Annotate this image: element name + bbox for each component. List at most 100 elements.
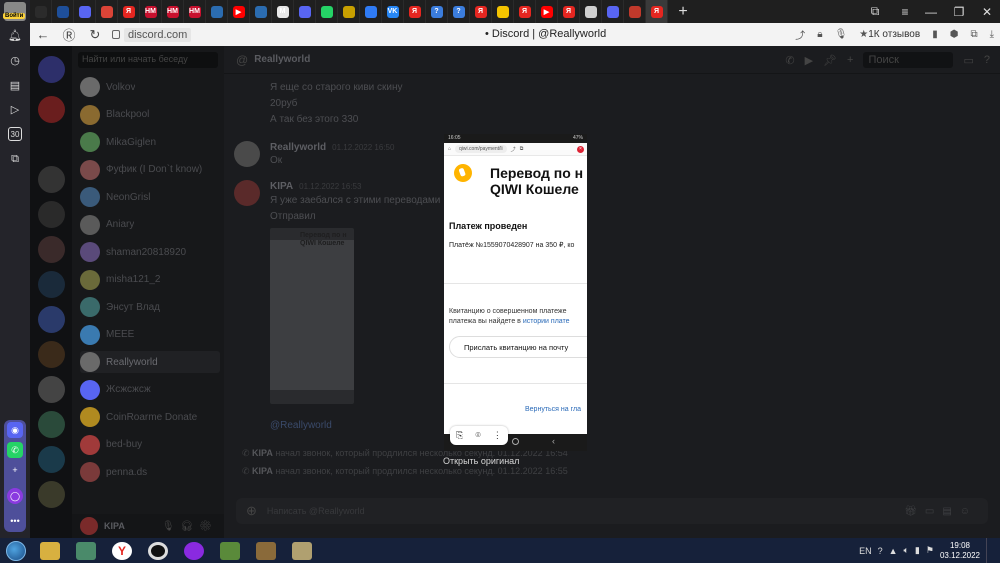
- show-desktop-button[interactable]: [986, 538, 994, 563]
- extension-icon[interactable]: ⬢: [950, 29, 959, 40]
- download-icon[interactable]: ⤓: [990, 29, 994, 40]
- browser-tab[interactable]: [602, 0, 624, 23]
- browser-tab[interactable]: [360, 0, 382, 23]
- dm-item[interactable]: Фуфик (I Don`t know): [80, 159, 220, 181]
- browser-tab[interactable]: [74, 0, 96, 23]
- browser-tab[interactable]: ?: [426, 0, 448, 23]
- avatar[interactable]: [234, 141, 260, 167]
- attach-icon[interactable]: ⊕: [246, 503, 257, 519]
- yandex-home-icon[interactable]: Ⓡ: [56, 23, 82, 46]
- browser-tab[interactable]: VK: [382, 0, 404, 23]
- dm-item[interactable]: bed-buy: [80, 434, 220, 456]
- browser-tab[interactable]: [624, 0, 646, 23]
- home-guild[interactable]: [38, 56, 65, 83]
- inbox-icon[interactable]: ▭: [963, 54, 973, 67]
- restore-button[interactable]: ❐: [944, 0, 974, 23]
- play-icon[interactable]: ▷: [8, 102, 22, 116]
- more-icon[interactable]: •••: [7, 513, 23, 529]
- bell-icon[interactable]: 🔔︎: [8, 28, 22, 42]
- dm-item[interactable]: Энсут Влад: [80, 296, 220, 318]
- browser-tab[interactable]: [206, 0, 228, 23]
- bookmark-icon[interactable]: ▮: [932, 29, 938, 40]
- author-name[interactable]: Reallyworld: [270, 142, 326, 153]
- dm-item[interactable]: MikaGiglen: [80, 131, 220, 153]
- browser-tab[interactable]: Я: [118, 0, 140, 23]
- mention-link[interactable]: @Reallyworld: [270, 420, 332, 431]
- guild-1[interactable]: [38, 96, 65, 123]
- browser-tab[interactable]: Я: [646, 0, 668, 23]
- dm-item[interactable]: Volkov: [80, 76, 220, 98]
- reviews-badge[interactable]: ★1К отзывов: [859, 29, 920, 40]
- clock[interactable]: 19:08 03.12.2022: [940, 541, 980, 561]
- history-icon[interactable]: ◷: [8, 53, 22, 67]
- volume-icon[interactable]: 🔈︎: [904, 545, 909, 556]
- add-widget-icon[interactable]: +: [7, 462, 23, 478]
- guild-6[interactable]: [38, 306, 65, 333]
- browser-tab[interactable]: НМ: [140, 0, 162, 23]
- app-taskbar-button[interactable]: [68, 538, 104, 563]
- browser-tab[interactable]: Я: [558, 0, 580, 23]
- minecraft2-taskbar-button[interactable]: [248, 538, 284, 563]
- login-button[interactable]: Войти: [3, 13, 26, 19]
- dm-item[interactable]: NeonGrisl: [80, 186, 220, 208]
- timer-icon[interactable]: 30: [8, 127, 22, 141]
- avatar[interactable]: [80, 517, 98, 535]
- image-lightbox[interactable]: 16:05 47% ⌂ qiwi.com/payment/li ⤴ ⧉ × Пе…: [444, 134, 587, 451]
- browser-tab[interactable]: [316, 0, 338, 23]
- browser-tab[interactable]: M: [272, 0, 294, 23]
- minecraft-taskbar-button[interactable]: [212, 538, 248, 563]
- browser-tab[interactable]: [338, 0, 360, 23]
- message-input[interactable]: ⊕ Написать @Reallyworld 🎁︎▭▤☺: [236, 498, 988, 524]
- tabs-menu-icon[interactable]: ⧉: [860, 0, 890, 23]
- guild-5[interactable]: [38, 271, 65, 298]
- discord-widget-icon[interactable]: ◉: [7, 422, 23, 438]
- minimize-button[interactable]: —: [916, 0, 946, 23]
- screenshot-icon[interactable]: ⧉: [8, 152, 22, 166]
- dm-item[interactable]: Blackpool: [80, 104, 220, 126]
- lens-icon[interactable]: ⌾: [475, 430, 480, 441]
- dm-item[interactable]: MEEE: [80, 324, 220, 346]
- guild-9[interactable]: [38, 411, 65, 438]
- network-icon[interactable]: ▮: [915, 545, 920, 556]
- help-tray-icon[interactable]: ?: [878, 546, 883, 556]
- guild-11[interactable]: [38, 481, 65, 508]
- collections-icon-2[interactable]: ⧉: [970, 29, 977, 40]
- language-indicator[interactable]: EN: [859, 546, 872, 556]
- browser-tab[interactable]: Я: [404, 0, 426, 23]
- image-attachment[interactable]: Перевод по н QIWI Кошеле: [270, 228, 354, 404]
- opera-taskbar-button[interactable]: [176, 538, 212, 563]
- flag-icon[interactable]: ⚑: [926, 545, 934, 556]
- reload-icon[interactable]: ↻: [82, 23, 108, 46]
- dm-item[interactable]: CoinRoarme Donate: [80, 406, 220, 428]
- call-icon[interactable]: ✆: [785, 54, 794, 67]
- dm-item[interactable]: penna.ds: [80, 461, 220, 483]
- dm-item[interactable]: shaman20818920: [80, 241, 220, 263]
- browser-tab[interactable]: Я: [514, 0, 536, 23]
- whatsapp-widget-icon[interactable]: ✆: [7, 442, 23, 458]
- guild-7[interactable]: [38, 341, 65, 368]
- gallery-taskbar-button[interactable]: [284, 538, 320, 563]
- more-vert-icon[interactable]: ⋮: [493, 430, 502, 441]
- tray-arrow-icon[interactable]: ▲: [889, 546, 898, 556]
- author-name[interactable]: KIPA: [270, 181, 293, 192]
- call-user[interactable]: KIPA: [252, 448, 273, 458]
- add-friend-icon[interactable]: +: [847, 54, 853, 66]
- browser-tab[interactable]: [580, 0, 602, 23]
- bookmark-icon[interactable]: ⎘: [456, 430, 463, 441]
- share-icon[interactable]: ⤴: [795, 27, 805, 42]
- browser-tab[interactable]: [294, 0, 316, 23]
- input-tools[interactable]: 🎁︎▭▤☺: [904, 506, 978, 517]
- browser-tab[interactable]: [250, 0, 272, 23]
- guild-8[interactable]: [38, 376, 65, 403]
- browser-tab[interactable]: ▶: [228, 0, 250, 23]
- new-tab-button[interactable]: +: [672, 0, 694, 23]
- dm-item[interactable]: Reallyworld: [80, 351, 220, 373]
- help-icon[interactable]: ?: [984, 54, 990, 66]
- guild-4[interactable]: [38, 236, 65, 263]
- avatar[interactable]: [234, 180, 260, 206]
- guild-2[interactable]: [38, 166, 65, 193]
- alice-icon[interactable]: ◯: [7, 488, 23, 504]
- lock-site-icon[interactable]: 🔒︎: [817, 29, 822, 40]
- explorer-taskbar-button[interactable]: [32, 538, 68, 563]
- guild-3[interactable]: [38, 201, 65, 228]
